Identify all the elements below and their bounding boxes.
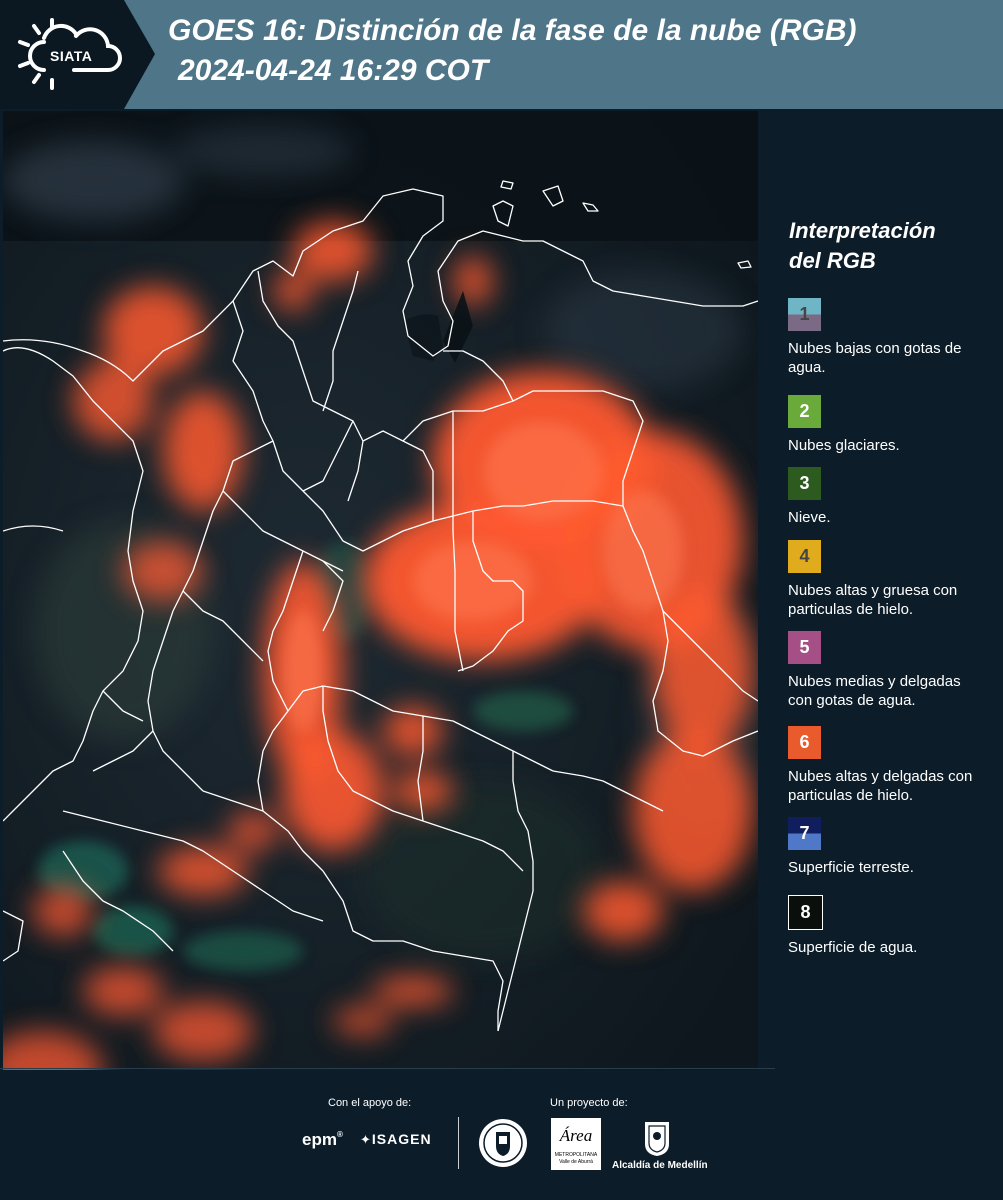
legend-item-label: Superficie terreste.: [788, 859, 914, 876]
legend-swatch: 4: [788, 540, 821, 573]
legend-swatch-number: 1: [799, 304, 810, 324]
isagen-logo: ✦ISAGEN: [360, 1131, 432, 1148]
alcaldia-shield-icon: [645, 1122, 669, 1156]
logo-text: SIATA: [50, 48, 93, 64]
epm-logo-text: epm: [302, 1130, 337, 1149]
legend-item: 1 Nubes bajas con gotas de agua.: [788, 298, 988, 377]
legend-item-label: Nubes altas y delgadas con particulas de…: [788, 768, 973, 804]
legend-item-label: Nubes glaciares.: [788, 437, 900, 454]
legend-item-label: Nubes altas y gruesa con particulas de h…: [788, 582, 958, 618]
legend-swatch: 6: [788, 726, 821, 759]
area-logo-title: Área: [559, 1126, 593, 1145]
area-logo-subtitle: METROPOLITANA: [554, 1152, 598, 1158]
area-logo-subtitle2: Valle de Aburrá: [559, 1159, 593, 1165]
legend-item-label: Nubes bajas con gotas de agua.: [788, 340, 962, 376]
legend-item-label: Nieve.: [788, 509, 831, 526]
legend-swatch-number: 5: [799, 637, 810, 657]
legend-swatch-number: 3: [799, 473, 810, 493]
legend-swatch: 5: [788, 631, 821, 664]
legend-title-line1: Interpretación: [789, 218, 936, 243]
legend-item: 3 Nieve.: [788, 467, 988, 527]
alcaldia-label: Alcaldía de Medellín: [612, 1160, 708, 1171]
siata-logo: SIATA: [14, 14, 126, 94]
legend-swatch: 7: [788, 817, 821, 850]
project-label: Un proyecto de:: [550, 1097, 628, 1109]
legend-title: Interpretación del RGB: [789, 216, 989, 276]
seal-icon: [479, 1119, 527, 1167]
legend-item: 6 Nubes altas y delgadas con particulas d…: [788, 726, 988, 805]
rgb-satellite-image: [3, 111, 758, 1070]
legend-item-label: Nubes medias y delgadas con gotas de agu…: [788, 673, 961, 709]
medellin-seal-logo: [478, 1118, 528, 1168]
legend-swatch-number: 8: [800, 902, 811, 922]
page-title: GOES 16: Distinción de la fase de la nub…: [168, 14, 857, 47]
legend-item: 8 Superficie de agua.: [788, 895, 988, 957]
legend-item: 7 Superficie terreste.: [788, 817, 988, 877]
isagen-logo-text: ISAGEN: [371, 1131, 432, 1147]
legend-item: 5 Nubes medias y delgadas con gotas de ag…: [788, 631, 988, 710]
footer-divider: [0, 1068, 775, 1069]
page-timestamp: 2024-04-24 16:29 COT: [178, 54, 489, 87]
legend-item-label: Superficie de agua.: [788, 939, 918, 956]
area-metropolitana-logo: Área METROPOLITANA Valle de Aburrá: [551, 1118, 601, 1170]
alcaldia-logo: [642, 1118, 672, 1158]
legend-item: 4 Nubes altas y gruesa con particulas de …: [788, 540, 988, 619]
legend-swatch-number: 2: [799, 401, 810, 421]
isagen-logo-icon: ✦: [360, 1132, 372, 1147]
legend-swatch: 2: [788, 395, 821, 428]
satellite-map[interactable]: [3, 111, 758, 1070]
legend-swatch-number: 6: [799, 732, 810, 752]
legend-swatch: 3: [788, 467, 821, 500]
legend-swatch-number: 7: [799, 823, 810, 843]
legend-swatch: 1: [788, 298, 821, 331]
legend-title-line2: del RGB: [789, 248, 876, 273]
legend-item: 2 Nubes glaciares.: [788, 395, 988, 455]
legend-swatch-number: 4: [799, 546, 810, 566]
support-label: Con el apoyo de:: [328, 1097, 412, 1109]
legend-swatch: 8: [788, 895, 823, 930]
footer-separator: [458, 1117, 459, 1169]
epm-logo: epm®: [302, 1130, 343, 1149]
